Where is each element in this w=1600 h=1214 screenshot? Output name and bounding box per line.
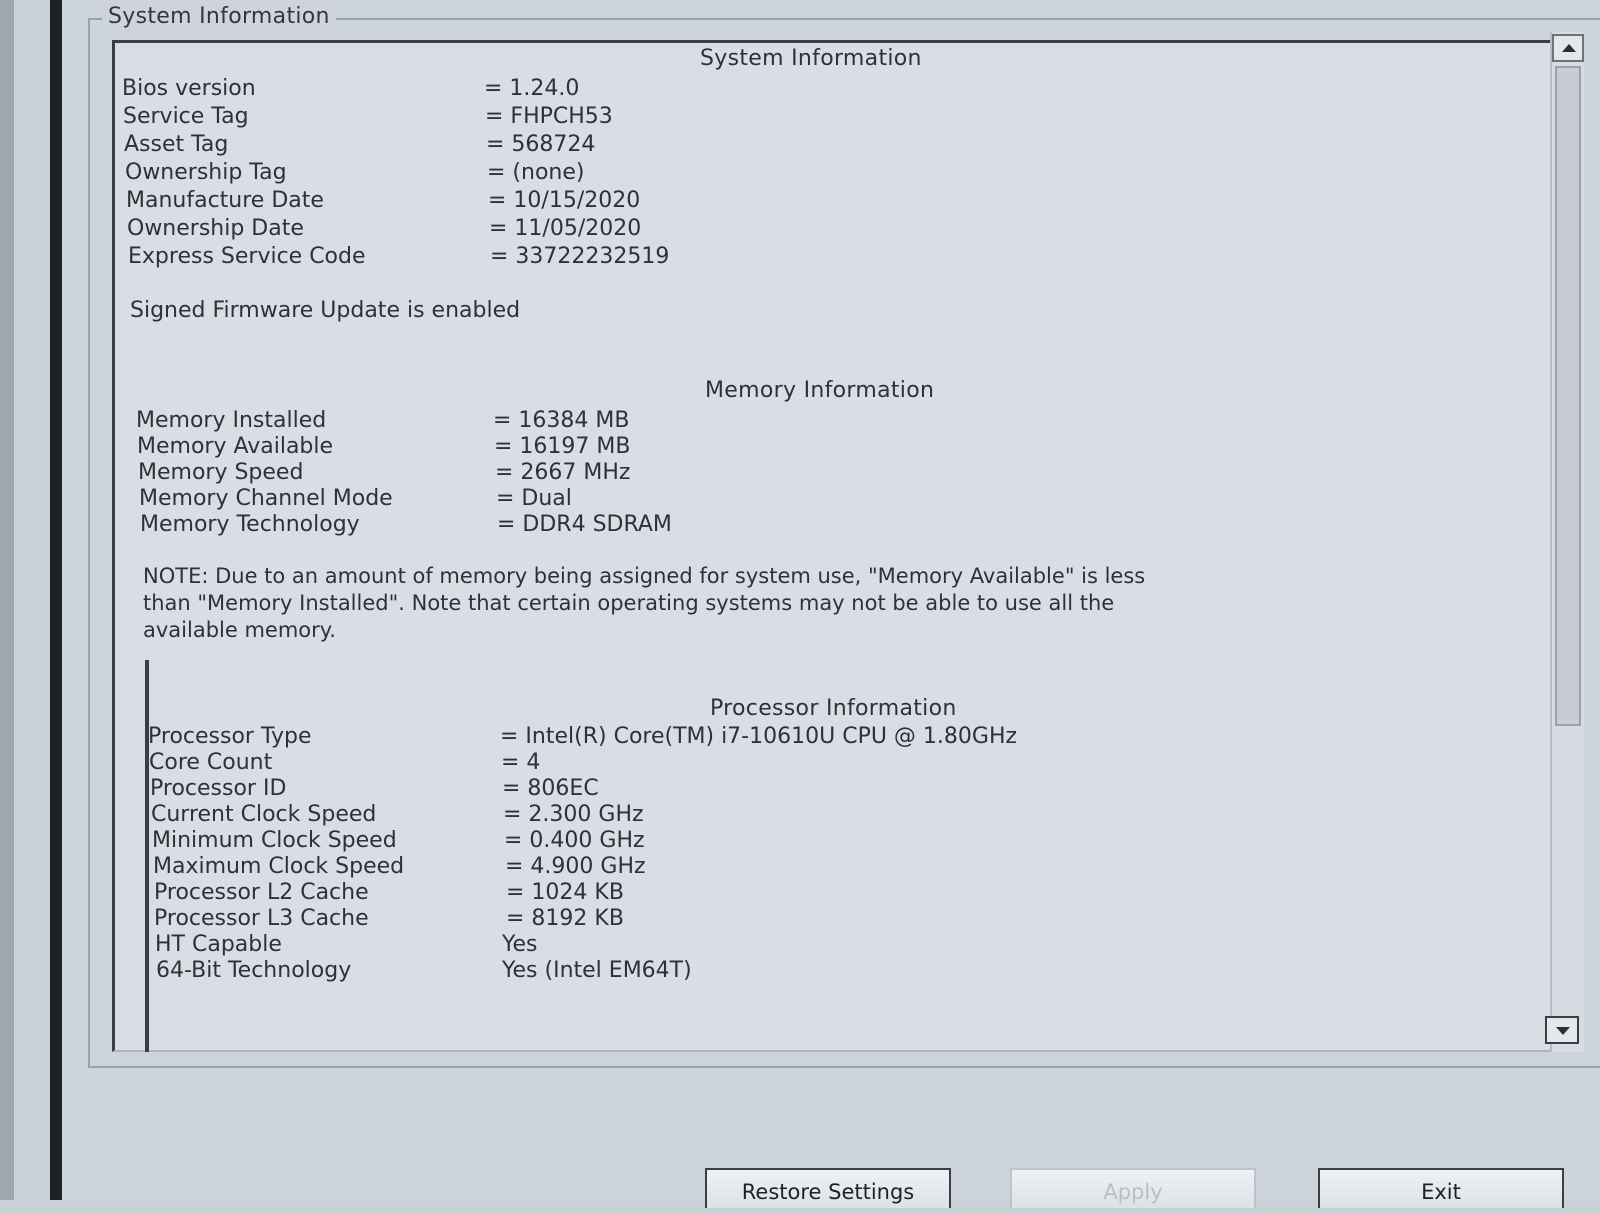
info-value: = 4.900 GHz [505, 854, 646, 879]
info-label: Ownership Date [127, 216, 304, 241]
exit-button[interactable]: Exit [1318, 1168, 1564, 1208]
info-label: Manufacture Date [126, 188, 324, 213]
info-label: Memory Channel Mode [139, 486, 393, 511]
info-label: Memory Technology [140, 512, 360, 537]
info-label: Core Count [149, 750, 273, 775]
scrollbar-thumb[interactable] [1555, 66, 1581, 726]
info-value: = 0.400 GHz [504, 828, 645, 853]
info-label: Processor Type [148, 724, 312, 749]
groupbox-title: System Information [102, 4, 336, 29]
info-label: Memory Installed [136, 408, 327, 433]
info-value: = 4 [501, 750, 541, 775]
info-label: Processor L2 Cache [154, 880, 369, 905]
info-label: Memory Speed [138, 460, 304, 485]
info-value: = DDR4 SDRAM [497, 512, 672, 537]
info-value: = 806EC [502, 776, 599, 801]
info-label: Service Tag [123, 104, 249, 129]
info-value: = 2.300 GHz [503, 802, 644, 827]
info-value: = 2667 MHz [495, 460, 631, 485]
memory-note-line: NOTE: Due to an amount of memory being a… [143, 564, 1146, 588]
processor-information-heading: Processor Information [710, 696, 957, 721]
memory-note-line: than "Memory Installed". Note that certa… [143, 591, 1115, 615]
info-label: Maximum Clock Speed [153, 854, 405, 879]
info-label: Ownership Tag [125, 160, 287, 185]
restore-settings-button[interactable]: Restore Settings [705, 1168, 951, 1208]
scroll-up-button[interactable] [1552, 34, 1584, 62]
info-value: = 1.24.0 [484, 76, 580, 101]
info-label: Processor L3 Cache [154, 906, 369, 931]
info-value: Yes (Intel EM64T) [502, 958, 692, 983]
info-value: = 8192 KB [506, 906, 624, 931]
memory-note-line: available memory. [143, 618, 336, 642]
info-label: Processor ID [150, 776, 287, 801]
info-value: = 568724 [486, 132, 596, 157]
info-value: = 16197 MB [494, 434, 631, 459]
info-value: = 10/15/2020 [488, 188, 641, 213]
info-value: = Intel(R) Core(TM) i7-10610U CPU @ 1.80… [500, 724, 1018, 749]
info-value: = 33722232519 [490, 244, 670, 269]
memory-information-heading: Memory Information [705, 378, 935, 403]
window-left-border [50, 0, 62, 1200]
info-label: Memory Available [137, 434, 334, 459]
scroll-down-arrow-icon [1556, 1027, 1570, 1035]
info-label: Current Clock Speed [151, 802, 377, 827]
info-value: Yes [502, 932, 538, 957]
info-value: = 11/05/2020 [489, 216, 642, 241]
memory-note: NOTE: Due to an amount of memory being a… [143, 563, 1383, 644]
info-label: HT Capable [155, 932, 282, 957]
frame-divider [145, 660, 149, 1052]
scroll-down-button[interactable] [1545, 1016, 1579, 1044]
info-value: = 1024 KB [506, 880, 624, 905]
info-label: Express Service Code [128, 244, 366, 269]
info-label: Bios version [122, 76, 256, 101]
firmware-status: Signed Firmware Update is enabled [130, 298, 521, 323]
info-label: Asset Tag [124, 132, 229, 157]
info-label: Minimum Clock Speed [152, 828, 397, 853]
system-information-heading: System Information [700, 46, 922, 71]
info-label: 64-Bit Technology [156, 958, 352, 983]
info-value: = FHPCH53 [485, 104, 613, 129]
info-value: = 16384 MB [493, 408, 630, 433]
scroll-up-arrow-icon [1562, 44, 1576, 52]
info-value: = Dual [496, 486, 572, 511]
screen-edge [0, 0, 14, 1200]
apply-button[interactable]: Apply [1010, 1168, 1256, 1208]
info-value: = (none) [487, 160, 585, 185]
